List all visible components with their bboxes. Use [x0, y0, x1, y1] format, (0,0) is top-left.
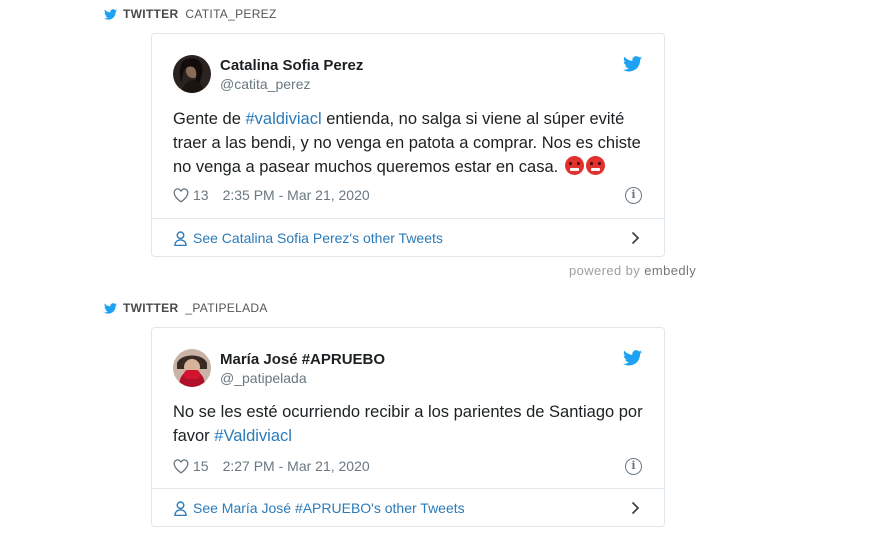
other-tweets-label[interactable]: See Catalina Sofia Perez's other Tweets	[193, 230, 443, 246]
source-label-2: TWITTER _PATIPELADA	[104, 301, 268, 315]
like-count[interactable]: 13	[193, 187, 209, 203]
avatar[interactable]	[173, 349, 211, 387]
twitter-logo-icon[interactable]	[623, 56, 642, 72]
tweet-text-part: Gente de	[173, 110, 246, 128]
person-icon	[174, 230, 187, 246]
like-count[interactable]: 15	[193, 458, 209, 474]
embedly-credit[interactable]: powered by embedly	[569, 263, 696, 278]
info-icon[interactable]: i	[625, 187, 642, 204]
tweet-header: María José #APRUEBO @_patipelada	[173, 349, 385, 387]
author-name[interactable]: María José #APRUEBO	[220, 350, 385, 369]
embedly-prefix: powered by	[569, 263, 645, 278]
other-tweets-link[interactable]: See Catalina Sofia Perez's other Tweets	[152, 218, 664, 257]
tweet-text: No se les esté ocurriendo recibir a los …	[173, 400, 644, 448]
angry-face-emoji-icon	[564, 156, 584, 175]
chevron-right-icon[interactable]	[631, 501, 640, 515]
hashtag-link[interactable]: #Valdiviacl	[214, 427, 292, 445]
tweet-meta: 13 2:35 PM - Mar 21, 2020	[173, 187, 370, 203]
tweet-card-1[interactable]: Catalina Sofia Perez @catita_perez Gente…	[151, 33, 665, 257]
timestamp[interactable]: 2:27 PM - Mar 21, 2020	[223, 458, 370, 474]
angry-face-emoji-icon	[585, 156, 605, 175]
author-username[interactable]: @_patipelada	[220, 369, 385, 387]
source-prefix: TWITTER	[123, 7, 179, 21]
tweet-text: Gente de #valdiviacl entienda, no salga …	[173, 107, 644, 179]
source-prefix: TWITTER	[123, 301, 179, 315]
tweet-header: Catalina Sofia Perez @catita_perez	[173, 55, 363, 93]
other-tweets-label[interactable]: See María José #APRUEBO's other Tweets	[193, 500, 465, 516]
heart-icon[interactable]	[173, 458, 189, 474]
hashtag-link[interactable]: #valdiviacl	[245, 110, 321, 128]
timestamp[interactable]: 2:35 PM - Mar 21, 2020	[223, 187, 370, 203]
avatar[interactable]	[173, 55, 211, 93]
embedly-brand: embedly	[644, 263, 697, 278]
source-handle: _PATIPELADA	[185, 301, 268, 315]
chevron-right-icon[interactable]	[631, 231, 640, 245]
twitter-logo-icon[interactable]	[623, 350, 642, 366]
info-icon[interactable]: i	[625, 458, 642, 475]
other-tweets-link[interactable]: See María José #APRUEBO's other Tweets	[152, 488, 664, 527]
tweet-card-2[interactable]: María José #APRUEBO @_patipelada No se l…	[151, 327, 665, 527]
source-handle: CATITA_PEREZ	[185, 7, 277, 21]
author-username[interactable]: @catita_perez	[220, 75, 363, 93]
twitter-bird-icon	[104, 8, 117, 20]
heart-icon[interactable]	[173, 187, 189, 203]
person-icon	[174, 500, 187, 516]
twitter-bird-icon	[104, 302, 117, 314]
author-name[interactable]: Catalina Sofia Perez	[220, 56, 363, 75]
tweet-meta: 15 2:27 PM - Mar 21, 2020	[173, 458, 370, 474]
source-label-1: TWITTER CATITA_PEREZ	[104, 7, 277, 21]
